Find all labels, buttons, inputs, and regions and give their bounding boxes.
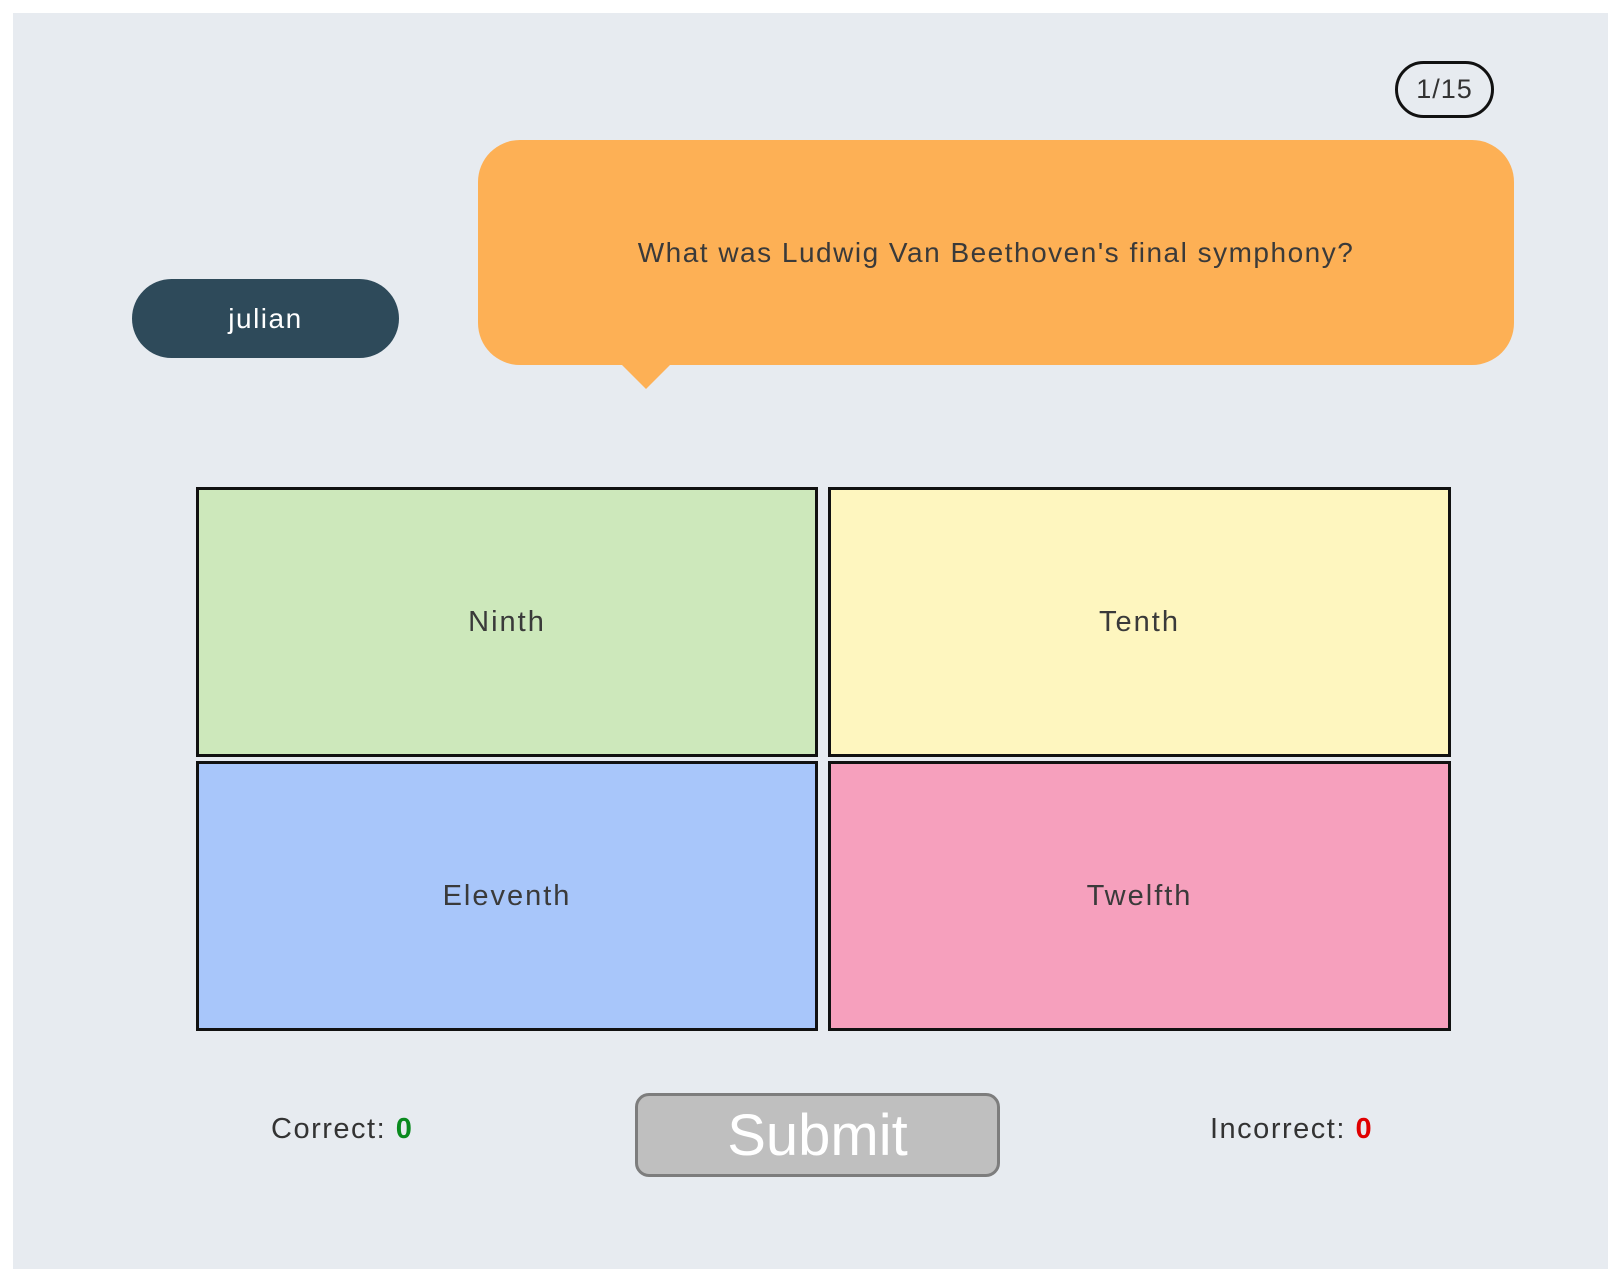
question-text: What was Ludwig Van Beethoven's final sy…: [637, 236, 1355, 268]
answer-option-3[interactable]: Eleventh: [196, 761, 818, 1031]
submit-button[interactable]: Submit: [635, 1093, 1000, 1177]
question-bubble: What was Ludwig Van Beethoven's final sy…: [478, 140, 1514, 365]
incorrect-score: Incorrect: 0: [1210, 1113, 1373, 1146]
quiz-stage: 1/15 julian What was Ludwig Van Beethove…: [13, 13, 1608, 1269]
incorrect-score-value: 0: [1355, 1113, 1374, 1145]
correct-score: Correct: 0: [271, 1113, 413, 1146]
answer-option-2[interactable]: Tenth: [828, 487, 1451, 757]
correct-score-value: 0: [395, 1113, 414, 1145]
question-bubble-tail: [620, 363, 672, 389]
answer-option-4[interactable]: Twelfth: [828, 761, 1451, 1031]
incorrect-score-label: Incorrect:: [1210, 1113, 1346, 1145]
correct-score-label: Correct:: [271, 1113, 387, 1145]
answer-option-1[interactable]: Ninth: [196, 487, 818, 757]
question-counter: 1/15: [1395, 61, 1494, 118]
player-name-pill: julian: [132, 279, 399, 358]
